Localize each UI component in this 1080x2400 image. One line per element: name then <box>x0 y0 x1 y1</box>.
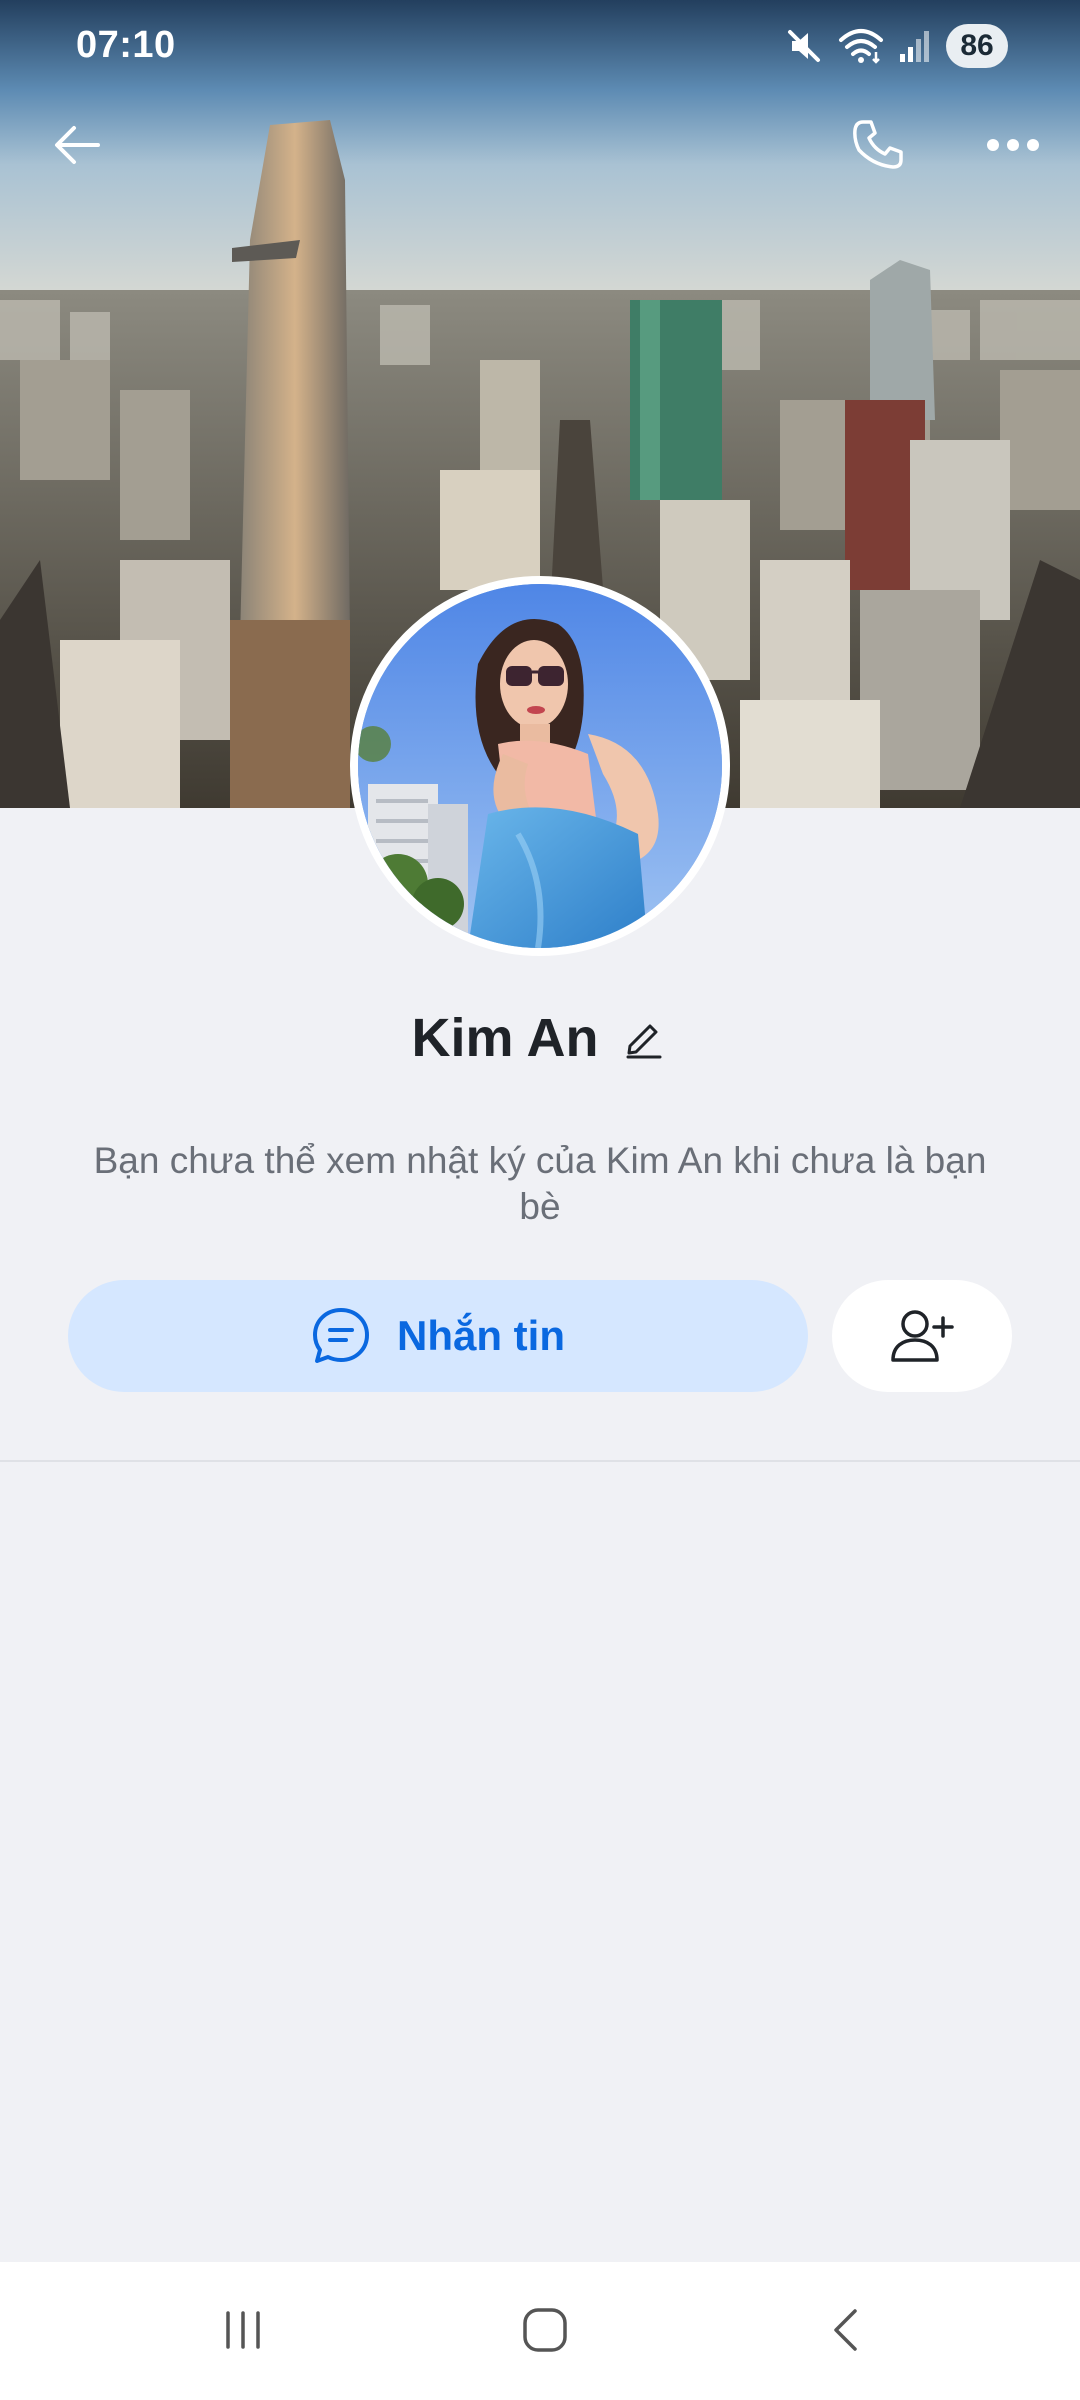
mute-icon <box>784 26 824 66</box>
back-arrow-icon <box>55 126 100 164</box>
section-divider <box>0 1460 1080 1462</box>
message-button-label: Nhắn tin <box>397 1312 565 1359</box>
avatar[interactable] <box>350 576 730 956</box>
chat-bubble-icon <box>313 1308 369 1363</box>
recents-icon <box>226 2311 260 2349</box>
edit-name-button[interactable] <box>619 1013 669 1063</box>
home-button[interactable] <box>485 2290 605 2370</box>
more-options-button[interactable] <box>968 100 1058 190</box>
message-button[interactable]: Nhắn tin <box>68 1280 808 1392</box>
battery-icon: 86 <box>946 24 1008 68</box>
system-nav-bar <box>0 2262 1080 2400</box>
recents-button[interactable] <box>183 2290 303 2370</box>
pencil-icon <box>626 1024 661 1059</box>
name-row: Kim An <box>0 1000 1080 1076</box>
add-user-icon <box>891 1310 954 1362</box>
phone-icon <box>853 120 903 169</box>
top-action-bar <box>0 100 1080 190</box>
status-icons: 86 <box>784 22 1008 70</box>
more-dots-icon <box>987 139 1039 151</box>
wifi-icon <box>838 26 884 66</box>
profile-screen: 07:10 86 Kim An Bạn chưa thể xem nhật ký… <box>0 0 1080 2400</box>
status-time: 07:10 <box>76 24 176 66</box>
add-friend-button[interactable] <box>832 1280 1012 1392</box>
nav-back-button[interactable] <box>787 2290 907 2370</box>
back-button[interactable] <box>32 100 122 190</box>
back-chevron-icon <box>834 2309 857 2351</box>
signal-icon <box>898 26 932 66</box>
avatar-image <box>358 584 722 948</box>
privacy-note: Bạn chưa thể xem nhật ký của Kim An khi … <box>93 1140 987 1227</box>
home-icon <box>523 2308 567 2352</box>
call-button[interactable] <box>833 100 923 190</box>
profile-name: Kim An <box>411 1008 599 1068</box>
status-bar: 07:10 86 <box>0 0 1080 92</box>
